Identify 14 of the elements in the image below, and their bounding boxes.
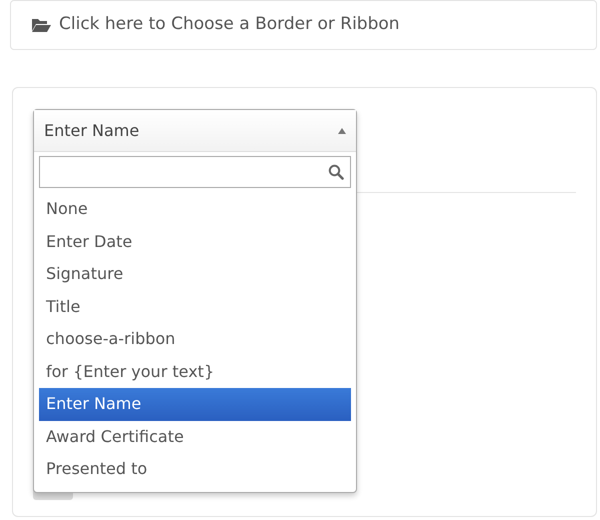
select-field[interactable]: Enter Name (34, 110, 356, 152)
folder-icon (31, 17, 51, 33)
dropdown-option[interactable]: for {Enter your text} (39, 356, 351, 388)
dropdown-option[interactable]: Title (39, 290, 351, 323)
search-field[interactable] (39, 156, 351, 188)
dropdown-option[interactable]: Award Certificate (39, 420, 351, 453)
border-ribbon-button[interactable]: Click here to Choose a Border or Ribbon (10, 0, 597, 50)
dropdown-option[interactable]: Signature (39, 258, 351, 290)
dropdown-option[interactable]: Enter Name (39, 388, 351, 420)
dropdown-option[interactable]: Presented to (39, 453, 351, 486)
dropdown-option[interactable]: Enter Date (39, 226, 351, 258)
dropdown-option[interactable]: None (39, 193, 351, 226)
search-icon (328, 164, 344, 180)
dropdown-option[interactable]: choose-a-ribbon (39, 323, 351, 356)
